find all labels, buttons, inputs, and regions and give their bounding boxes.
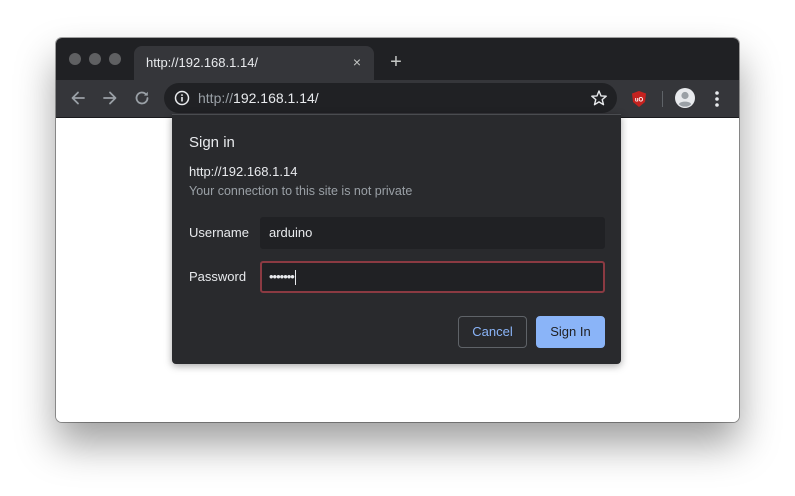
password-label: Password bbox=[189, 269, 247, 284]
username-label: Username bbox=[189, 225, 249, 240]
cancel-button[interactable]: Cancel bbox=[458, 316, 527, 348]
new-tab-button[interactable]: + bbox=[384, 51, 408, 75]
tab-active[interactable]: http://192.168.1.14/ × bbox=[134, 46, 374, 80]
dialog-origin: http://192.168.1.14 bbox=[189, 164, 298, 179]
password-value: ••••••• bbox=[269, 269, 295, 284]
minimize-window-button[interactable] bbox=[89, 53, 101, 65]
star-icon[interactable] bbox=[590, 89, 608, 107]
reload-icon bbox=[135, 91, 149, 105]
toolbar-separator bbox=[662, 91, 663, 107]
ublock-origin-icon[interactable]: uO bbox=[630, 90, 648, 108]
username-value: arduino bbox=[269, 225, 313, 240]
url-scheme: http:// bbox=[198, 90, 234, 106]
browser-toolbar: http://192.168.1.14/ uO bbox=[56, 80, 739, 118]
close-window-button[interactable] bbox=[69, 53, 81, 65]
avatar-icon[interactable] bbox=[674, 87, 696, 109]
url-text: http://192.168.1.14/ bbox=[198, 90, 319, 106]
dialog-privacy-warning: Your connection to this site is not priv… bbox=[189, 184, 413, 198]
url-host: 192.168.1.14/ bbox=[233, 90, 319, 106]
reload-button[interactable] bbox=[131, 87, 153, 109]
arrow-right-icon bbox=[103, 91, 117, 105]
sign-in-button[interactable]: Sign In bbox=[536, 316, 605, 348]
tab-title: http://192.168.1.14/ bbox=[146, 55, 259, 70]
arrow-left-icon bbox=[71, 91, 85, 105]
more-vertical-icon[interactable] bbox=[708, 88, 726, 110]
tab-close-icon[interactable]: × bbox=[348, 53, 366, 71]
browser-window: http://192.168.1.14/ × + http://192.168.… bbox=[56, 38, 739, 422]
forward-button[interactable] bbox=[99, 87, 121, 109]
svg-text:uO: uO bbox=[635, 98, 644, 104]
tab-strip: http://192.168.1.14/ × + bbox=[56, 38, 739, 80]
maximize-window-button[interactable] bbox=[109, 53, 121, 65]
sign-in-dialog: Sign in http://192.168.1.14 Your connect… bbox=[172, 114, 621, 364]
info-icon[interactable] bbox=[174, 90, 190, 106]
back-button[interactable] bbox=[67, 87, 89, 109]
username-field[interactable]: arduino bbox=[260, 217, 605, 249]
dialog-title: Sign in bbox=[189, 134, 235, 151]
password-field[interactable]: ••••••• bbox=[260, 261, 605, 293]
text-caret bbox=[294, 270, 296, 286]
address-bar[interactable]: http://192.168.1.14/ bbox=[164, 83, 617, 113]
